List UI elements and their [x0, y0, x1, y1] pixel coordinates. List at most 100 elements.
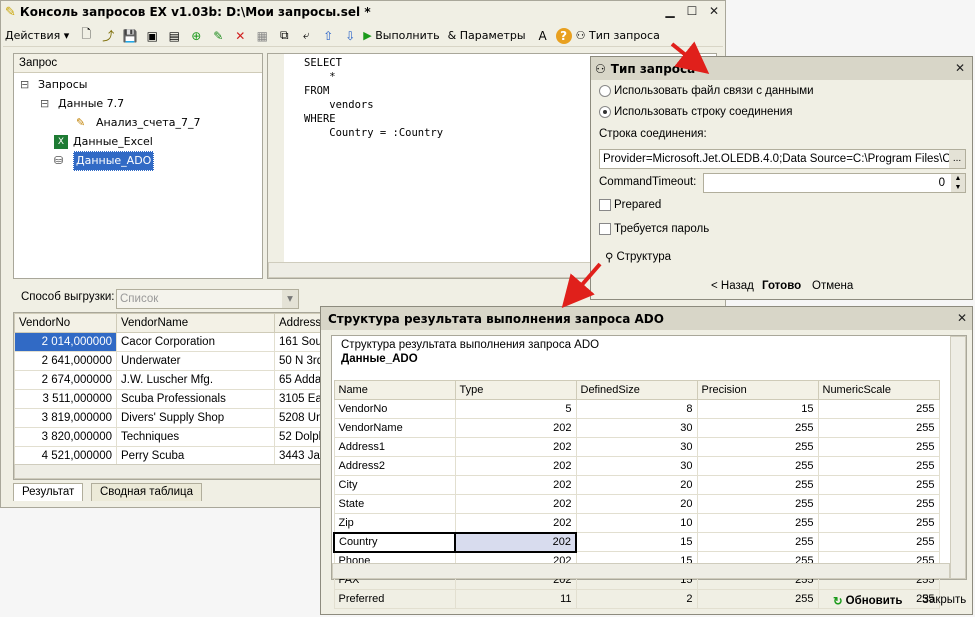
timeout-input[interactable]: 0 ▲ ▼ — [703, 173, 966, 193]
table-cell[interactable]: J.W. Luscher Mfg. — [116, 370, 275, 390]
table-cell[interactable]: 4 521,000000 — [14, 446, 117, 466]
back-button[interactable]: < Назад — [711, 280, 754, 292]
tree-item-data77[interactable]: ⊟ Данные 7.7 — [40, 95, 124, 113]
password-checkbox[interactable]: Требуется пароль — [599, 223, 709, 235]
table-cell[interactable]: 52 Dolph — [274, 427, 322, 447]
params-button[interactable]: & Параметры — [448, 29, 526, 42]
table-row[interactable]: 3 819,000000 Divers' Supply Shop 5208 Uni — [14, 408, 322, 428]
delete-icon[interactable]: ✕ — [231, 27, 249, 45]
table-cell[interactable]: 2 674,000000 — [14, 370, 117, 390]
export-mode-select[interactable]: Список ▾ — [116, 289, 299, 309]
table-cell[interactable]: VendorNo — [333, 399, 456, 419]
table-row[interactable]: VendorNo 5 8 15 255 — [333, 399, 940, 419]
save-as-icon[interactable]: ▤ — [165, 27, 183, 45]
table-cell[interactable]: 255 — [817, 532, 940, 552]
table-cell[interactable]: City — [333, 475, 456, 495]
dropdown-icon[interactable]: ▾ — [282, 290, 298, 308]
tree-item-analysis[interactable]: ✎ Анализ_счета_7_7 — [76, 114, 200, 132]
spinner-icon[interactable]: ▲ ▼ — [951, 174, 965, 192]
structure-vscrollbar[interactable] — [950, 336, 966, 579]
save-icon[interactable]: 💾 — [121, 27, 139, 45]
tree-item-excel[interactable]: X Данные_Excel — [54, 133, 153, 151]
close-dialog-button[interactable]: Закрыть — [922, 594, 966, 606]
table-cell[interactable]: State — [333, 494, 456, 514]
tree-item-queries[interactable]: ⊟ Запросы — [20, 76, 87, 94]
table-cell[interactable]: 255 — [817, 399, 940, 419]
column-header[interactable]: Type — [454, 380, 577, 400]
table-cell[interactable]: 20 — [575, 494, 698, 514]
table-cell[interactable]: Address1 — [333, 437, 456, 457]
option-link-file[interactable]: Использовать файл связи с данными — [599, 85, 814, 97]
refresh-button[interactable]: ↻ Обновить — [833, 594, 903, 608]
table-cell[interactable]: 255 — [696, 494, 819, 514]
table-cell[interactable]: 15 — [575, 532, 698, 552]
table-cell[interactable]: 202 — [454, 475, 577, 495]
table-row[interactable]: VendorName 202 30 255 255 — [333, 418, 940, 438]
table-cell[interactable]: 255 — [817, 494, 940, 514]
table-row[interactable]: Zip 202 10 255 255 — [333, 513, 940, 533]
table-row[interactable]: 2 674,000000 J.W. Luscher Mfg. 65 Addar — [14, 370, 322, 390]
table-cell[interactable]: 2 641,000000 — [14, 351, 117, 371]
result-grid[interactable]: VendorNo VendorName Address1 2 014,00000… — [13, 312, 323, 480]
table-cell[interactable]: 202 — [454, 437, 577, 457]
table-cell[interactable]: 11 — [454, 589, 577, 609]
table-cell[interactable]: 255 — [696, 532, 819, 552]
column-header[interactable]: DefinedSize — [575, 380, 698, 400]
table-row[interactable]: State 202 20 255 255 — [333, 494, 940, 514]
table-cell[interactable]: 255 — [696, 456, 819, 476]
close-button[interactable]: ✕ — [705, 4, 723, 20]
actions-menu[interactable]: Действия ▾ — [5, 29, 69, 42]
table-cell[interactable]: Underwater — [116, 351, 275, 371]
run-button[interactable]: ▶ Выполнить — [363, 29, 439, 42]
add-icon[interactable]: ⊕ — [187, 27, 205, 45]
tree-item-ado[interactable]: ⛁ Данные_ADO — [54, 151, 155, 171]
copy-icon[interactable]: ▦ — [253, 27, 271, 45]
table-cell[interactable]: 255 — [696, 475, 819, 495]
cancel-button[interactable]: Отмена — [812, 280, 853, 292]
close-button[interactable]: ✕ — [951, 61, 969, 77]
table-row[interactable]: 3 820,000000 Techniques 52 Dolph — [14, 427, 322, 447]
table-cell[interactable]: Perry Scuba — [116, 446, 275, 466]
table-cell[interactable]: 202 — [454, 494, 577, 514]
paste-icon[interactable]: ⧉ — [275, 27, 293, 45]
collapse-icon[interactable]: ⊟ — [20, 76, 34, 94]
table-row[interactable]: City 202 20 255 255 — [333, 475, 940, 495]
move-icon[interactable]: ⤶ — [297, 27, 315, 45]
checkbox[interactable] — [599, 223, 611, 235]
table-cell[interactable]: VendorName — [333, 418, 456, 438]
table-row[interactable]: 2 641,000000 Underwater 50 N 3rd — [14, 351, 322, 371]
column-header[interactable]: VendorNo — [14, 313, 117, 333]
conn-string-input[interactable]: Provider=Microsoft.Jet.OLEDB.4.0;Data So… — [599, 149, 966, 169]
table-cell[interactable]: 255 — [696, 513, 819, 533]
maximize-button[interactable]: ☐ — [683, 4, 701, 20]
table-row[interactable]: Country 202 15 255 255 — [333, 531, 940, 553]
open-icon[interactable]: ⤴ — [99, 27, 117, 45]
table-row[interactable]: 2 014,000000 Cacor Corporation 161 Sout — [14, 332, 322, 352]
tab-pivot[interactable]: Сводная таблица — [91, 483, 203, 501]
result-hscrollbar[interactable] — [14, 464, 322, 479]
table-cell[interactable]: 202 — [454, 513, 577, 533]
column-header[interactable]: VendorName — [116, 313, 275, 333]
table-cell[interactable]: 255 — [817, 456, 940, 476]
column-header[interactable]: NumericScale — [817, 380, 940, 400]
done-button[interactable]: Готово — [762, 280, 801, 292]
checkbox[interactable] — [599, 199, 611, 211]
column-header[interactable]: Name — [333, 380, 456, 400]
table-cell[interactable]: 202 — [454, 418, 577, 438]
table-cell[interactable]: 3 819,000000 — [14, 408, 117, 428]
table-cell[interactable]: 50 N 3rd — [274, 351, 322, 371]
table-cell[interactable]: 2 — [575, 589, 698, 609]
table-cell[interactable]: 3105 Eas — [274, 389, 322, 409]
collapse-icon[interactable]: ⊟ — [40, 95, 54, 113]
up-icon[interactable]: ⇧ — [319, 27, 337, 45]
table-cell[interactable]: Scuba Professionals — [116, 389, 275, 409]
table-cell[interactable]: 30 — [575, 418, 698, 438]
table-row[interactable]: 4 521,000000 Perry Scuba 3443 Jan — [14, 446, 322, 466]
table-cell[interactable]: 30 — [575, 456, 698, 476]
structure-hscrollbar[interactable] — [332, 563, 950, 579]
new-icon[interactable]: 🗋 — [77, 27, 95, 45]
browse-button[interactable]: ... — [949, 150, 965, 168]
table-cell[interactable]: 255 — [817, 475, 940, 495]
close-button[interactable]: ✕ — [953, 311, 971, 327]
table-cell[interactable]: 255 — [696, 418, 819, 438]
